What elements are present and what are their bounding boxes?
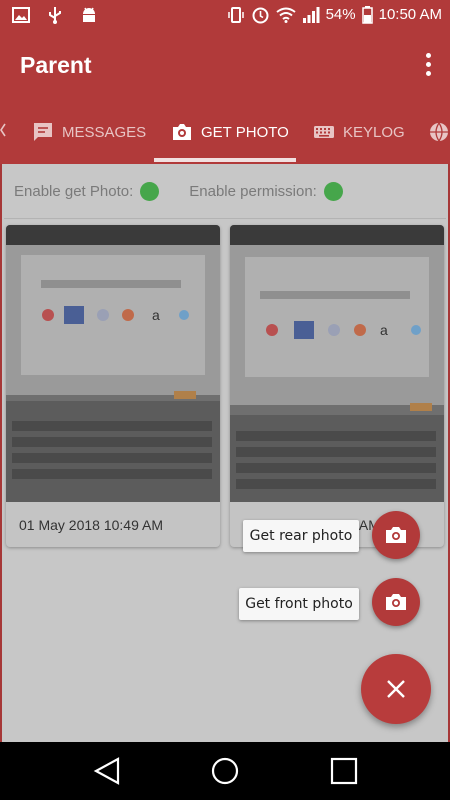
photo-card[interactable]: a 9 AM bbox=[230, 225, 444, 547]
chevron-left-icon[interactable] bbox=[0, 120, 6, 140]
tab-keylog-label: KEYLOG bbox=[343, 123, 405, 141]
tab-keylog[interactable]: KEYLOG bbox=[313, 100, 405, 164]
status-bar: 54% 10:50 AM bbox=[0, 0, 450, 30]
recents-icon[interactable] bbox=[329, 756, 359, 786]
enable-permission-label: Enable permission: bbox=[189, 183, 317, 200]
wifi-icon bbox=[275, 7, 296, 23]
status-row: Enable get Photo: Enable permission: bbox=[14, 182, 343, 201]
captured-photo[interactable]: a bbox=[230, 225, 444, 502]
message-icon bbox=[34, 123, 52, 141]
camera-icon bbox=[173, 124, 191, 140]
battery-percent: 54% bbox=[325, 6, 356, 23]
close-fab-button[interactable] bbox=[361, 654, 431, 724]
keyboard-icon bbox=[314, 126, 334, 138]
tab-messages[interactable]: MESSAGES bbox=[32, 100, 146, 164]
clock: 10:50 AM bbox=[378, 6, 442, 23]
gallery-icon bbox=[12, 7, 30, 23]
captured-photo[interactable]: a bbox=[6, 225, 220, 502]
camera-icon bbox=[386, 594, 406, 610]
globe-icon bbox=[430, 122, 448, 142]
get-front-photo-button[interactable] bbox=[372, 578, 420, 626]
tab-web[interactable] bbox=[428, 100, 450, 164]
android-debug-icon bbox=[83, 7, 95, 22]
signal-icon bbox=[302, 6, 320, 23]
tab-indicator bbox=[154, 158, 296, 162]
camera-icon bbox=[386, 527, 406, 543]
close-icon bbox=[387, 680, 405, 698]
svg-text:a: a bbox=[380, 322, 388, 338]
content-border-left bbox=[0, 164, 2, 742]
tab-get-photo[interactable]: GET PHOTO bbox=[171, 100, 289, 164]
tab-bar: MESSAGES GET PHOTO KEYLOG bbox=[0, 100, 450, 164]
photo-date: 01 May 2018 10:49 AM bbox=[19, 517, 163, 533]
get-rear-photo-label[interactable]: Get rear photo bbox=[243, 520, 359, 552]
get-front-photo-label[interactable]: Get front photo bbox=[239, 588, 359, 620]
divider bbox=[4, 218, 446, 219]
svg-text:a: a bbox=[152, 307, 160, 323]
alarm-icon bbox=[252, 7, 269, 24]
home-icon[interactable] bbox=[210, 756, 240, 786]
photo-card[interactable]: a 01 May 2018 10:49 AM bbox=[6, 225, 220, 547]
tab-get-photo-label: GET PHOTO bbox=[201, 123, 289, 141]
get-rear-photo-button[interactable] bbox=[372, 511, 420, 559]
app-bar: Parent bbox=[0, 30, 450, 100]
back-icon[interactable] bbox=[92, 756, 122, 786]
page-title: Parent bbox=[20, 52, 92, 78]
get-photo-status-dot bbox=[140, 182, 160, 201]
overflow-menu-icon[interactable] bbox=[424, 53, 432, 77]
battery-icon bbox=[361, 5, 373, 24]
usb-icon bbox=[49, 7, 61, 24]
vibrate-icon bbox=[227, 6, 244, 23]
enable-get-photo-label: Enable get Photo: bbox=[14, 183, 134, 200]
tab-messages-label: MESSAGES bbox=[62, 123, 147, 141]
permission-status-dot bbox=[323, 182, 343, 201]
navigation-bar bbox=[0, 742, 450, 800]
